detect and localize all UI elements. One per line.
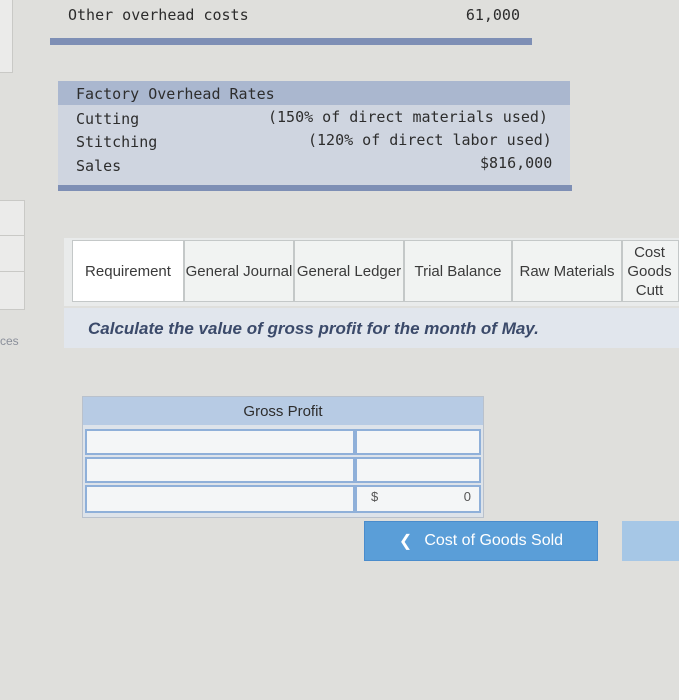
left-panel-frame [0, 0, 13, 73]
gross-profit-table: Gross Profit $ 0 [82, 396, 484, 518]
tab-requirement[interactable]: Requirement [72, 240, 184, 302]
tab-cost-goods-cutting[interactable]: Cost Goods Cutt [622, 240, 679, 302]
next-button[interactable] [622, 521, 679, 561]
cutting-rate: (150% of direct materials used) [268, 108, 548, 126]
prev-button-label: Cost of Goods Sold [424, 532, 564, 549]
gross-profit-total-value: 0 [463, 489, 471, 504]
chevron-left-icon: ❮ [398, 533, 413, 550]
left-panel-divider [0, 271, 24, 272]
prev-cost-of-goods-sold-button[interactable]: ❮ Cost of Goods Sold [364, 521, 598, 561]
stitching-rate: (120% of direct labor used) [308, 131, 552, 149]
gross-profit-total-label-input[interactable] [85, 485, 355, 513]
stitching-label: Stitching [76, 133, 158, 151]
cutting-label: Cutting [76, 110, 140, 128]
tab-raw-materials[interactable]: Raw Materials [512, 240, 622, 302]
tab-general-ledger[interactable]: General Ledger [294, 240, 404, 302]
left-panel-divider [0, 235, 24, 236]
overhead-amount: 61,000 [465, 6, 520, 24]
sales-amount: $816,000 [480, 154, 553, 172]
overhead-row: Other overhead costs 61,000 [68, 6, 528, 24]
tab-general-journal[interactable]: General Journal [184, 240, 294, 302]
currency-symbol: $ [371, 489, 379, 504]
instruction-text: Calculate the value of gross profit for … [88, 319, 539, 338]
section-divider [50, 38, 532, 45]
gross-profit-header: Gross Profit [83, 397, 483, 425]
left-edge-text: ces [0, 334, 19, 348]
section-divider [58, 185, 572, 191]
factory-overhead-rates: Factory Overhead Rates Cutting (150% of … [58, 81, 570, 185]
left-panel-box [0, 200, 25, 310]
tab-trial-balance[interactable]: Trial Balance [404, 240, 512, 302]
rates-title: Factory Overhead Rates [76, 85, 275, 103]
gross-profit-label-input-2[interactable] [85, 457, 355, 483]
sales-label: Sales [76, 157, 122, 175]
overhead-label: Other overhead costs [68, 6, 249, 24]
gross-profit-total-field: $ 0 [355, 485, 481, 513]
gross-profit-amount-input-1[interactable] [355, 429, 481, 455]
gross-profit-label-input-1[interactable] [85, 429, 355, 455]
gross-profit-amount-input-2[interactable] [355, 457, 481, 483]
